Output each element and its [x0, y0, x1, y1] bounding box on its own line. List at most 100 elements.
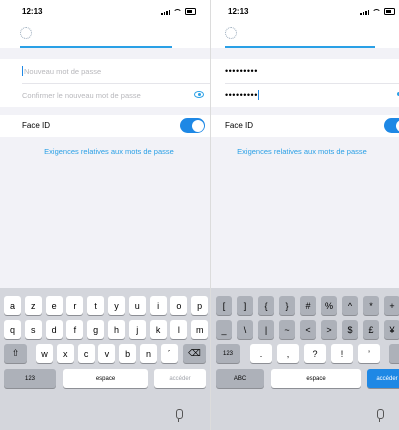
return-key[interactable]: accéder: [154, 369, 206, 388]
new-password-field[interactable]: •••••••••: [225, 59, 399, 84]
key-sym1-5[interactable]: %: [321, 296, 337, 315]
battery-icon: [185, 8, 196, 15]
microphone-icon[interactable]: [377, 409, 384, 422]
keyboard: [] {} #% ^ * + _ \ | ~ < > $ £ ¥123.,?! ’ ABC espace accéd…: [211, 288, 399, 430]
status-time: 12:13: [228, 7, 249, 16]
new-password-field[interactable]: Nouveau mot de passe: [22, 59, 210, 84]
key-sym2-4[interactable]: <: [300, 320, 316, 339]
password-fields: ••••••••• •••••••••: [211, 59, 399, 107]
key-r[interactable]: r: [66, 296, 84, 315]
key-punct-3[interactable]: !: [331, 344, 353, 363]
nav-bar: [211, 22, 399, 48]
key-s[interactable]: s: [24, 320, 42, 339]
numbers-key[interactable]: 123: [4, 369, 56, 388]
microphone-icon[interactable]: [176, 409, 183, 422]
progress-line: [20, 46, 172, 48]
loading-spinner-icon: [20, 27, 32, 39]
signal-icon: [161, 10, 170, 15]
key-sym2-8[interactable]: ¥: [384, 320, 399, 339]
confirm-password-field[interactable]: Confirmer le nouveau mot de passe: [22, 83, 210, 107]
key-punct-1[interactable]: ,: [277, 344, 299, 363]
key-sym2-6[interactable]: $: [342, 320, 358, 339]
key-y[interactable]: y: [108, 296, 125, 315]
key-m[interactable]: m: [191, 320, 209, 339]
faceid-label: Face ID: [225, 121, 254, 130]
key-sym2-7[interactable]: £: [363, 320, 379, 339]
status-time: 12:13: [22, 7, 43, 16]
password-requirements-link[interactable]: Exigences relatives aux mots de passe: [211, 147, 399, 156]
loading-spinner-icon: [225, 27, 237, 39]
key-a[interactable]: a: [4, 296, 21, 315]
key-j[interactable]: j: [128, 320, 146, 339]
space-key[interactable]: espace: [63, 369, 148, 388]
shift-key[interactable]: ⇧: [4, 344, 27, 363]
key-p[interactable]: p: [191, 296, 209, 315]
key-h[interactable]: h: [108, 320, 125, 339]
space-key[interactable]: espace: [271, 369, 361, 388]
abc-key[interactable]: ABC: [216, 369, 264, 388]
password-requirements-link[interactable]: Exigences relatives aux mots de passe: [0, 147, 210, 156]
faceid-label: Face ID: [22, 121, 51, 130]
new-password-placeholder: Nouveau mot de passe: [24, 66, 102, 76]
key-sym2-3[interactable]: ~: [279, 320, 295, 339]
return-key[interactable]: accéder: [367, 369, 399, 388]
key-sym1-3[interactable]: }: [279, 296, 295, 315]
key-sym1-7[interactable]: *: [363, 296, 379, 315]
key-l[interactable]: l: [170, 320, 188, 339]
key-sym1-6[interactable]: ^: [342, 296, 358, 315]
battery-icon: [384, 8, 395, 15]
keyboard: a z e r t y u i o p q s d f g h j k l m ⇧ w x c v b n ´ ⌫ 123 espace ac…: [0, 288, 210, 430]
status-icons: [161, 8, 196, 15]
key-d[interactable]: d: [45, 320, 63, 339]
key-e[interactable]: e: [45, 296, 63, 315]
key-sym2-2[interactable]: |: [258, 320, 274, 339]
wifi-icon: [173, 9, 182, 15]
key-row3-4[interactable]: b: [119, 344, 137, 363]
key-f[interactable]: f: [66, 320, 84, 339]
screen-left: 12:13 Nouveau mot de passe Confirmer le …: [0, 0, 210, 430]
key-punct-0[interactable]: .: [250, 344, 272, 363]
signal-icon: [360, 10, 369, 15]
show-password-eye-icon[interactable]: [194, 91, 204, 98]
key-sym1-4[interactable]: #: [300, 296, 316, 315]
delete-key[interactable]: ⌫: [183, 344, 206, 363]
progress-line: [225, 46, 375, 48]
key-sym1-1[interactable]: ]: [237, 296, 253, 315]
faceid-toggle[interactable]: [384, 118, 399, 133]
key-sym2-1[interactable]: \: [237, 320, 253, 339]
key-row3-1[interactable]: x: [56, 344, 74, 363]
text-caret: [257, 90, 259, 100]
status-icons: [360, 8, 395, 15]
key-g[interactable]: g: [87, 320, 105, 339]
key-row3-5[interactable]: n: [140, 344, 157, 363]
key-o[interactable]: o: [170, 296, 188, 315]
key-t[interactable]: t: [87, 296, 105, 315]
text-caret: [22, 66, 23, 76]
key-sym2-5[interactable]: >: [321, 320, 337, 339]
faceid-toggle[interactable]: [180, 118, 205, 133]
key-i[interactable]: i: [149, 296, 167, 315]
key-q[interactable]: q: [4, 320, 21, 339]
faceid-row: Face ID: [0, 115, 210, 137]
key-punct-4[interactable]: ’: [358, 344, 380, 363]
key-punct-2[interactable]: ?: [304, 344, 326, 363]
key-z[interactable]: z: [24, 296, 42, 315]
status-bar: 12:13: [0, 0, 210, 22]
key-row3-3[interactable]: v: [98, 344, 116, 363]
key-row3-2[interactable]: c: [77, 344, 95, 363]
status-bar: 12:13: [211, 0, 399, 22]
key-row3-6[interactable]: ´: [160, 344, 178, 363]
nav-bar: [0, 22, 210, 48]
key-sym1-0[interactable]: [: [216, 296, 232, 315]
numbers-key[interactable]: 123: [216, 344, 240, 363]
key-sym2-0[interactable]: _: [216, 320, 232, 339]
key-u[interactable]: u: [128, 296, 146, 315]
confirm-value: •••••••••: [225, 90, 258, 100]
faceid-row: Face ID: [211, 115, 399, 137]
key-row3-0[interactable]: w: [36, 344, 53, 363]
key-sym1-2[interactable]: {: [258, 296, 274, 315]
key-sym1-8[interactable]: +: [384, 296, 399, 315]
delete-key[interactable]: [389, 344, 399, 363]
key-k[interactable]: k: [149, 320, 167, 339]
confirm-password-field[interactable]: •••••••••: [225, 83, 399, 107]
